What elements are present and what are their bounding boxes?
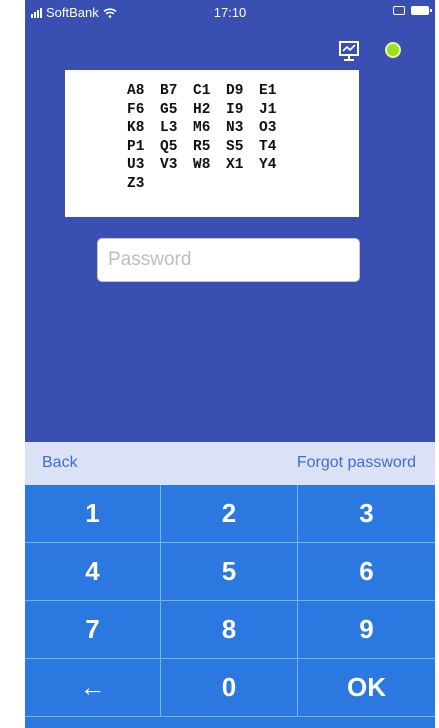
- status-dot-icon: [385, 42, 401, 58]
- forgot-password-link[interactable]: Forgot password: [297, 454, 416, 472]
- code-cell: K8: [127, 120, 145, 136]
- status-right: [393, 6, 432, 15]
- key-9[interactable]: 9: [298, 601, 435, 659]
- code-cell: T4: [259, 138, 277, 155]
- code-cell: A8: [127, 83, 145, 99]
- numeric-keypad: 1 2 3 4 5 6 7 8 9 ← 0 OK: [25, 485, 435, 718]
- code-cell: X1: [226, 157, 244, 173]
- code-cell: I9: [226, 101, 244, 118]
- back-link[interactable]: Back: [42, 454, 78, 472]
- code-cell: Y4: [259, 157, 277, 173]
- code-cell: B7: [160, 83, 178, 99]
- code-cell: Z3: [127, 175, 145, 192]
- code-cell: D9: [226, 83, 244, 99]
- monitor-chart-icon[interactable]: [338, 40, 360, 62]
- code-cell: C1: [193, 83, 211, 99]
- status-bar: SoftBank 17:10: [25, 0, 435, 28]
- code-cell: S5: [226, 138, 244, 155]
- code-cell: J1: [259, 101, 277, 118]
- code-cell: O3: [259, 120, 277, 136]
- status-time: 17:10: [213, 5, 247, 20]
- key-5[interactable]: 5: [161, 543, 298, 601]
- key-6[interactable]: 6: [298, 543, 435, 601]
- key-8[interactable]: 8: [161, 601, 298, 659]
- battery-icon: [411, 6, 432, 15]
- key-7[interactable]: 7: [25, 601, 161, 659]
- code-cell: H2: [193, 101, 211, 118]
- password-input[interactable]: [97, 238, 360, 282]
- code-cell: M6: [193, 120, 211, 136]
- ok-button[interactable]: OK: [298, 659, 435, 717]
- key-3[interactable]: 3: [298, 485, 435, 543]
- key-4[interactable]: 4: [25, 543, 161, 601]
- code-cell: E1: [259, 83, 277, 99]
- code-grid: A8 B7 C1 D9 E1 F6 G5 H2 I9 J1 K8 L3 M6 N3 O3 P1 Q5 R5 S5 T4…: [127, 83, 292, 193]
- code-cell: P1: [127, 138, 145, 155]
- keypad-bottom-strip: [25, 718, 435, 728]
- code-cell: N3: [226, 120, 244, 136]
- code-cell: W8: [193, 157, 211, 173]
- app-screen: SoftBank 17:10 A8 B7 C1 D9 E1 F6 G5 H2 I9 J1 K8 L3 M…: [25, 0, 435, 728]
- key-2[interactable]: 2: [161, 485, 298, 543]
- link-bar: Back Forgot password: [25, 442, 435, 485]
- code-cell: F6: [127, 101, 145, 118]
- left-border: [0, 0, 25, 728]
- code-cell: V3: [160, 157, 178, 173]
- key-1[interactable]: 1: [25, 485, 161, 543]
- code-cell: L3: [160, 120, 178, 136]
- code-cell: R5: [193, 138, 211, 155]
- code-grid-panel: A8 B7 C1 D9 E1 F6 G5 H2 I9 J1 K8 L3 M6 N3 O3 P1 Q5 R5 S5 T4…: [65, 70, 359, 217]
- key-0[interactable]: 0: [161, 659, 298, 717]
- code-cell: U3: [127, 157, 145, 173]
- code-cell: G5: [160, 101, 178, 118]
- backspace-key[interactable]: ←: [25, 659, 161, 717]
- screen-mirror-icon: [393, 6, 405, 15]
- code-cell: Q5: [160, 138, 178, 155]
